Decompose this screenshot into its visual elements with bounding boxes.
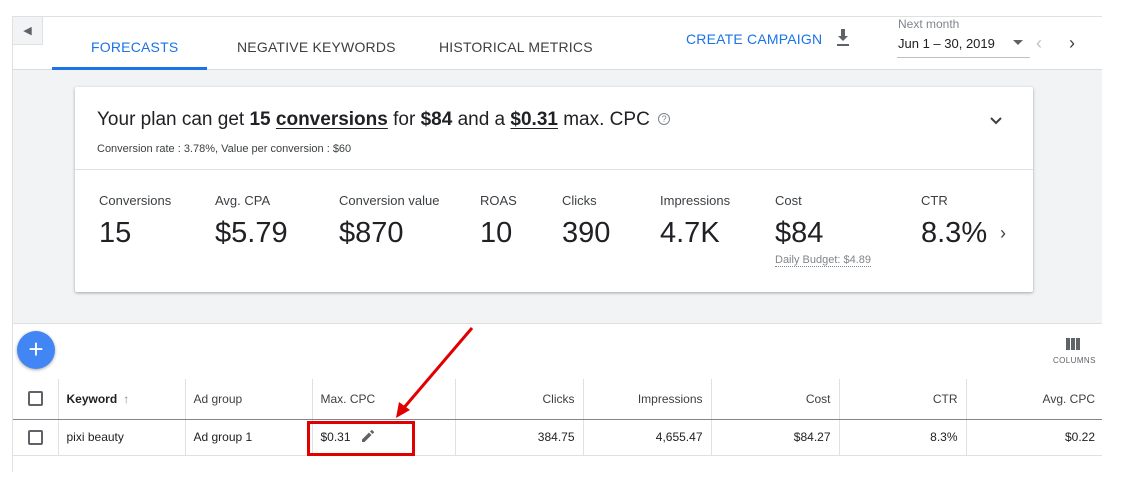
metric-value: 8.3%	[921, 217, 988, 249]
metric-conversions[interactable]: Conversions 15	[99, 193, 171, 250]
chevron-right-icon[interactable]: ›	[1000, 223, 1006, 244]
keyword-table-panel: + COLUMNS Keyword ↑ Ad group Max. CPC Cl…	[13, 323, 1102, 472]
column-header-ctr[interactable]: CTR	[839, 379, 967, 420]
date-range-label: Next month	[898, 17, 960, 31]
top-bar: ◀ FORECASTS NEGATIVE KEYWORDS HISTORICAL…	[13, 17, 1102, 70]
forecast-headline: Your plan can get 15 conversions for $84…	[97, 109, 671, 131]
card-divider	[75, 169, 1033, 170]
metric-roas[interactable]: ROAS 10	[480, 193, 517, 250]
header-label: Keyword	[66, 391, 118, 406]
cell-ctr: 8.3%	[839, 419, 967, 456]
cell-clicks: 384.75	[455, 419, 584, 456]
cell-avg-cpc: $0.22	[966, 419, 1102, 456]
metric-clicks[interactable]: Clicks 390	[562, 193, 610, 250]
triangle-left-icon: ◀	[23, 25, 32, 37]
headline-and-a: and a	[457, 109, 506, 130]
headline-conversions-count: 15	[249, 109, 271, 130]
cell-max-cpc[interactable]: $0.31	[312, 419, 456, 456]
column-header-cost[interactable]: Cost	[711, 379, 840, 420]
cell-impressions: 4,655.47	[583, 419, 712, 456]
dropdown-caret-icon[interactable]	[1013, 40, 1023, 45]
chevron-right-icon[interactable]: ›	[1069, 33, 1075, 54]
pencil-icon[interactable]	[361, 429, 374, 442]
column-header-impressions[interactable]: Impressions	[583, 379, 712, 420]
add-keyword-button[interactable]: +	[17, 331, 55, 369]
headline-for: for	[393, 109, 416, 130]
column-header-clicks[interactable]: Clicks	[455, 379, 584, 420]
help-icon[interactable]: ?	[658, 113, 671, 125]
metric-value: 15	[99, 217, 132, 249]
metric-value: 10	[480, 217, 513, 249]
metric-value: $870	[339, 217, 404, 249]
max-cpc-value: $0.31	[320, 430, 351, 444]
metric-avg-cpa[interactable]: Avg. CPA $5.79	[215, 193, 288, 250]
columns-icon	[1053, 338, 1093, 350]
metric-label: Clicks	[562, 193, 597, 208]
active-tab-indicator	[52, 67, 207, 70]
keyword-table: Keyword ↑ Ad group Max. CPC Clicks Impres…	[13, 379, 1102, 456]
plus-icon: +	[28, 334, 44, 364]
table-header-row: Keyword ↑ Ad group Max. CPC Clicks Impres…	[13, 379, 1102, 420]
download-icon[interactable]	[835, 29, 851, 47]
select-all-cell	[13, 379, 59, 420]
chevron-left-icon[interactable]: ‹	[1036, 33, 1042, 54]
metric-label: CTR	[921, 193, 948, 208]
chevron-down-icon[interactable]	[988, 113, 1004, 129]
tab-negative-keywords[interactable]: NEGATIVE KEYWORDS	[237, 39, 396, 55]
metric-label: Cost	[775, 193, 802, 208]
cell-cost: $84.27	[711, 419, 840, 456]
create-campaign-button[interactable]: CREATE CAMPAIGN	[686, 31, 822, 47]
row-select-cell	[13, 419, 59, 456]
row-checkbox[interactable]	[27, 429, 43, 445]
conversion-rate-info: Conversion rate : 3.78%, Value per conve…	[97, 143, 352, 155]
metric-ctr[interactable]: CTR 8.3%	[921, 193, 987, 250]
column-header-avg-cpc[interactable]: Avg. CPC	[966, 379, 1102, 420]
columns-label: COLUMNS	[1053, 356, 1096, 365]
tab-historical-metrics[interactable]: HISTORICAL METRICS	[439, 39, 593, 55]
cell-ad-group: Ad group 1	[185, 419, 313, 456]
metric-label: Impressions	[660, 193, 731, 208]
tab-forecasts[interactable]: FORECASTS	[91, 39, 178, 55]
metric-impressions[interactable]: Impressions 4.7K	[660, 193, 730, 250]
columns-button[interactable]: COLUMNS	[1053, 338, 1096, 365]
metric-value: $5.79	[215, 217, 288, 249]
select-all-checkbox[interactable]	[27, 391, 43, 407]
column-header-max-cpc[interactable]: Max. CPC	[312, 379, 456, 420]
forecast-summary-card: Your plan can get 15 conversions for $84…	[75, 87, 1033, 292]
metric-conversion-value[interactable]: Conversion value $870	[339, 193, 439, 250]
headline-suffix: max. CPC	[563, 109, 650, 130]
metric-value: $84	[775, 217, 824, 249]
table-row: pixi beauty Ad group 1 $0.31 384.75 4,65…	[13, 419, 1102, 456]
metric-label: Avg. CPA	[215, 193, 271, 208]
arrow-up-icon: ↑	[123, 391, 130, 406]
headline-max-cpc-link[interactable]: $0.31	[510, 109, 558, 130]
collapse-panel-button[interactable]: ◀	[13, 17, 43, 45]
date-range-underline	[897, 57, 1030, 58]
keyword-planner-panel: ◀ FORECASTS NEGATIVE KEYWORDS HISTORICAL…	[12, 16, 1102, 472]
metric-label: Conversion value	[339, 193, 440, 208]
date-range-select[interactable]: Jun 1 – 30, 2019	[898, 36, 995, 51]
metric-value: 4.7K	[660, 217, 720, 249]
daily-budget-link[interactable]: Daily Budget: $4.89	[775, 254, 872, 267]
cell-keyword: pixi beauty	[58, 419, 186, 456]
headline-cost: $84	[420, 109, 453, 130]
metric-label: ROAS	[480, 193, 517, 208]
headline-conversions-link[interactable]: conversions	[276, 109, 388, 130]
column-header-ad-group[interactable]: Ad group	[185, 379, 313, 420]
metric-label: Conversions	[99, 193, 172, 208]
column-header-keyword[interactable]: Keyword ↑	[58, 379, 186, 420]
metric-value: 390	[562, 217, 611, 249]
metric-cost[interactable]: Cost $84 Daily Budget: $4.89	[775, 193, 872, 268]
headline-prefix: Your plan can get	[97, 109, 245, 130]
